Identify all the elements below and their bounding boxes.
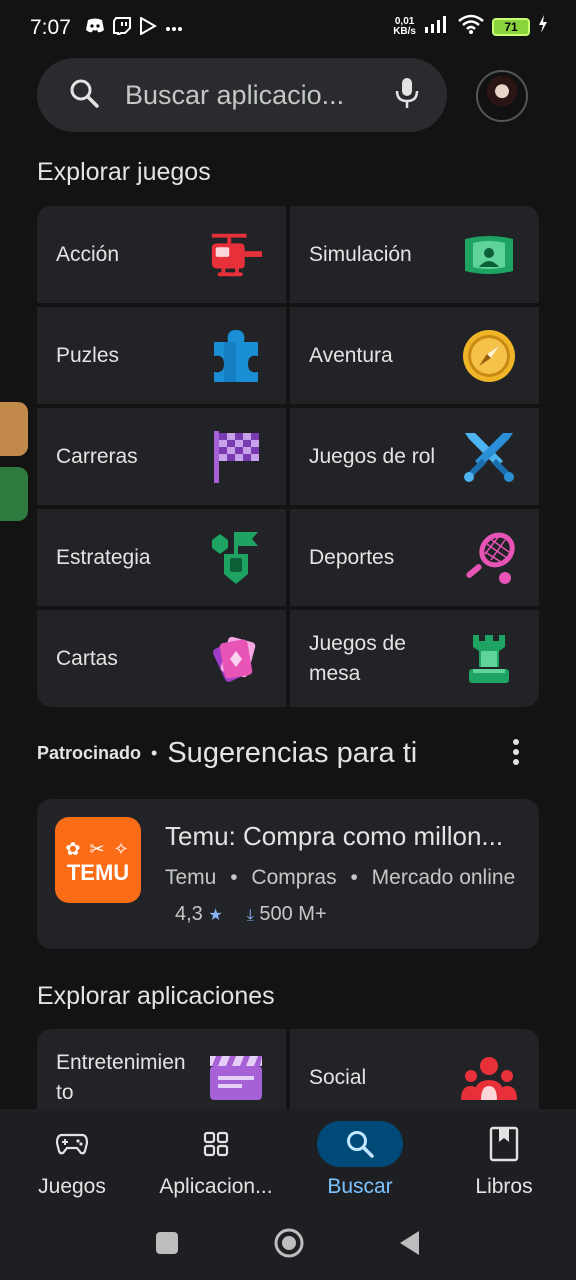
gamepad-icon [29,1121,115,1167]
apps-category-grid: Entretenimien to Social [37,1029,539,1109]
category-label: Puzles [56,343,120,367]
category-social[interactable]: Social [290,1029,539,1109]
temu-app-icon: ✿ ✂ ✧ TEMU [55,817,141,903]
category-label: Acción [56,242,120,266]
play-store-icon [139,15,157,40]
sponsored-label: Patrocinado [37,742,142,763]
apps-grid-icon [173,1121,259,1167]
nav-item-libros[interactable]: Libros [432,1109,576,1210]
crossed-swords-icon [461,429,517,485]
more-options-icon[interactable] [513,739,519,765]
suggestions-header: Patrocinado • Sugerencias para ti [37,733,539,773]
system-navigation [0,1210,576,1280]
category-label: Entretenimien to [56,1050,186,1104]
bottom-navigation: Juegos Aplicacion... Buscar Libros [0,1109,576,1210]
charging-icon [538,15,548,38]
category-label: Carreras [56,444,138,468]
battery-indicator: 71 [492,17,530,36]
nav-label: Juegos [38,1175,106,1198]
sponsored-app-card[interactable]: ✿ ✂ ✧ TEMU Temu: Compra como millon... T… [37,799,539,949]
back-triangle-icon[interactable] [399,1230,421,1261]
nav-label: Buscar [327,1175,393,1198]
recents-square-icon[interactable] [155,1231,179,1260]
suggestions-title: Sugerencias para ti [167,736,418,769]
app-rating: 4,3 ★ [175,903,223,925]
search-bar[interactable]: Buscar aplicacio... [37,58,447,132]
nav-label: Libros [475,1175,533,1198]
cards-icon [208,631,264,687]
nav-item-buscar[interactable]: Buscar [288,1109,432,1210]
search-input[interactable]: Buscar aplicacio... [125,80,395,111]
category-label: Cartas [56,646,118,670]
games-category-grid: Acción Simulación Puzles Aventura Carrer… [37,206,539,707]
nav-item-juegos[interactable]: Juegos [0,1109,144,1210]
category-label: Deportes [309,545,395,569]
twitch-icon [112,16,131,40]
app-stats: 4,3 ★ ⤓ 500 M+ [175,903,327,926]
category-juegos-de-rol[interactable]: Juegos de rol [290,408,539,505]
compass-icon [461,328,517,384]
star-icon: ★ [208,907,223,924]
category-deportes[interactable]: Deportes [290,509,539,606]
checkered-flag-icon [208,429,264,485]
more-dots-icon [165,19,183,37]
category-carreras[interactable]: Carreras [37,408,286,505]
discord-icon [85,18,105,39]
puzzle-piece-icon [208,328,264,384]
strategy-icon [208,530,264,586]
category-label: Juegos de mesa [309,631,406,685]
status-app-icons [85,15,183,40]
chess-rook-icon [461,631,517,687]
net-speed: 0,01 KB/s [393,15,416,37]
category-label: Social [309,1065,367,1089]
simulator-icon [461,227,517,283]
app-name: Temu: Compra como millon... [165,821,504,851]
status-time: 7:07 [30,16,71,39]
category-label: Aventura [309,343,393,367]
microphone-icon[interactable] [395,77,419,114]
book-icon [461,1121,547,1167]
helicopter-icon [208,227,264,283]
category-puzles[interactable]: Puzles [37,307,286,404]
tennis-racket-icon [461,530,517,586]
search-icon [69,78,99,113]
clapperboard-icon [208,1050,264,1106]
category-aventura[interactable]: Aventura [290,307,539,404]
floating-bubble-bottom[interactable] [0,467,28,521]
category-cartas[interactable]: Cartas [37,610,286,707]
category-simulacion[interactable]: Simulación [290,206,539,303]
nav-item-aplicaciones[interactable]: Aplicacion... [144,1109,288,1210]
category-accion[interactable]: Acción [37,206,286,303]
floating-bubble-top[interactable] [0,402,28,456]
category-label: Estrategia [56,545,151,569]
search-icon [317,1121,403,1167]
status-indicators: 0,01 KB/s 71 [393,14,548,39]
section-title-games: Explorar juegos [37,158,211,186]
category-entretenimiento[interactable]: Entretenimien to [37,1029,286,1109]
home-circle-icon[interactable] [273,1227,305,1264]
category-label: Juegos de rol [309,444,436,468]
download-icon: ⤓ [246,907,254,924]
signal-icon [424,15,450,38]
status-bar: 7:07 0,01 KB/s 71 [0,0,576,56]
nav-label: Aplicacion... [159,1175,273,1198]
wifi-icon [458,14,484,39]
app-meta: Temu • Compras • Mercado online [165,866,516,889]
section-title-apps: Explorar aplicaciones [37,982,275,1010]
category-juegos-de-mesa[interactable]: Juegos de mesa [290,610,539,707]
category-label: Simulación [309,242,412,266]
category-estrategia[interactable]: Estrategia [37,509,286,606]
separator: • [151,742,158,763]
people-icon [461,1050,517,1106]
app-downloads: ⤓ 500 M+ [246,903,327,925]
avatar[interactable] [476,70,528,122]
